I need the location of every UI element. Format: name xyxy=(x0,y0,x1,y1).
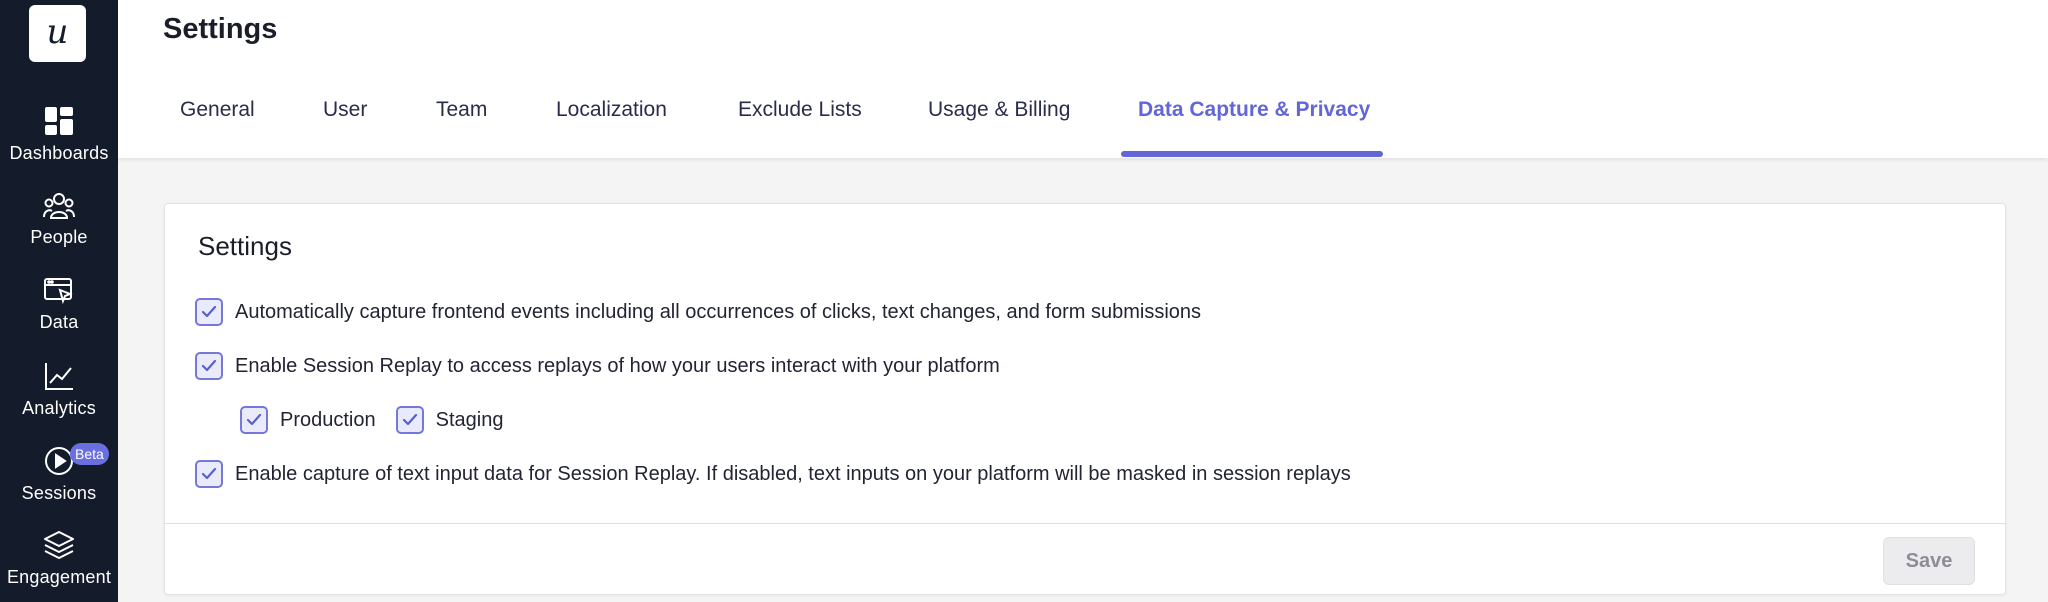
text-input-capture-checkbox[interactable] xyxy=(195,460,223,488)
sidebar-item-sessions[interactable]: Beta Sessions xyxy=(0,443,118,504)
option-session-replay: Enable Session Replay to access replays … xyxy=(195,352,1000,380)
sidebar-item-engagement[interactable]: Engagement xyxy=(0,530,118,588)
tab-usage-billing[interactable]: Usage & Billing xyxy=(928,98,1070,122)
layers-icon xyxy=(44,531,74,559)
option-label: Automatically capture frontend events in… xyxy=(235,300,1202,323)
checkmark-icon xyxy=(402,413,417,426)
session-replay-checkbox[interactable] xyxy=(195,352,223,380)
auto-capture-checkbox[interactable] xyxy=(195,298,223,326)
tab-general[interactable]: General xyxy=(180,98,255,122)
page-header: Settings General User Team Localization … xyxy=(118,0,2048,158)
sidebar-item-label: Dashboards xyxy=(9,143,109,163)
sidebar-item-label: Data xyxy=(39,312,79,332)
option-label: Enable Session Replay to access replays … xyxy=(235,354,1000,377)
checkmark-icon xyxy=(201,305,217,318)
save-button[interactable]: Save xyxy=(1883,537,1975,585)
sidebar: u Dashboards People Data Analytics Beta … xyxy=(0,0,118,602)
staging-label: Staging xyxy=(435,408,504,431)
active-tab-indicator xyxy=(1121,151,1383,157)
line-chart-icon xyxy=(45,363,73,390)
app-logo[interactable]: u xyxy=(29,5,86,62)
data-window-cursor-icon xyxy=(44,278,73,305)
card-divider xyxy=(165,523,2005,524)
sidebar-item-data[interactable]: Data xyxy=(0,277,118,333)
production-label: Production xyxy=(280,408,376,431)
option-label: Enable capture of text input data for Se… xyxy=(235,462,1351,485)
sidebar-item-people[interactable]: People xyxy=(0,192,118,248)
people-group-icon xyxy=(43,193,75,219)
checkmark-icon xyxy=(201,467,217,480)
production-checkbox[interactable] xyxy=(240,406,268,434)
environment-staging: Staging xyxy=(395,406,504,434)
sidebar-item-label: Engagement xyxy=(6,567,112,587)
settings-card: Settings Automatically capture frontend … xyxy=(164,203,2006,595)
card-title: Settings xyxy=(198,231,292,261)
beta-badge: Beta xyxy=(70,443,109,465)
settings-tabs: General User Team Localization Exclude L… xyxy=(118,0,2048,158)
logo-letter: u xyxy=(46,11,69,52)
tab-team[interactable]: Team xyxy=(436,98,487,122)
sidebar-item-label: People xyxy=(30,227,88,247)
environment-production: Production xyxy=(240,406,376,434)
sidebar-item-analytics[interactable]: Analytics xyxy=(0,361,118,419)
staging-checkbox[interactable] xyxy=(395,406,424,434)
sidebar-item-label: Sessions xyxy=(21,483,97,503)
dashboard-grid-icon xyxy=(45,107,73,135)
checkmark-icon xyxy=(201,359,217,372)
tab-user[interactable]: User xyxy=(323,98,367,122)
sidebar-item-label: Analytics xyxy=(22,398,96,418)
option-text-input-capture: Enable capture of text input data for Se… xyxy=(195,460,1351,488)
tab-localization[interactable]: Localization xyxy=(556,98,667,122)
environment-options: Production Staging xyxy=(240,406,523,434)
tab-exclude-lists[interactable]: Exclude Lists xyxy=(738,98,862,122)
option-auto-capture: Automatically capture frontend events in… xyxy=(195,298,1201,326)
checkmark-icon xyxy=(246,413,262,426)
sidebar-item-dashboards[interactable]: Dashboards xyxy=(0,106,118,164)
tab-data-capture-privacy[interactable]: Data Capture & Privacy xyxy=(1138,98,1370,122)
